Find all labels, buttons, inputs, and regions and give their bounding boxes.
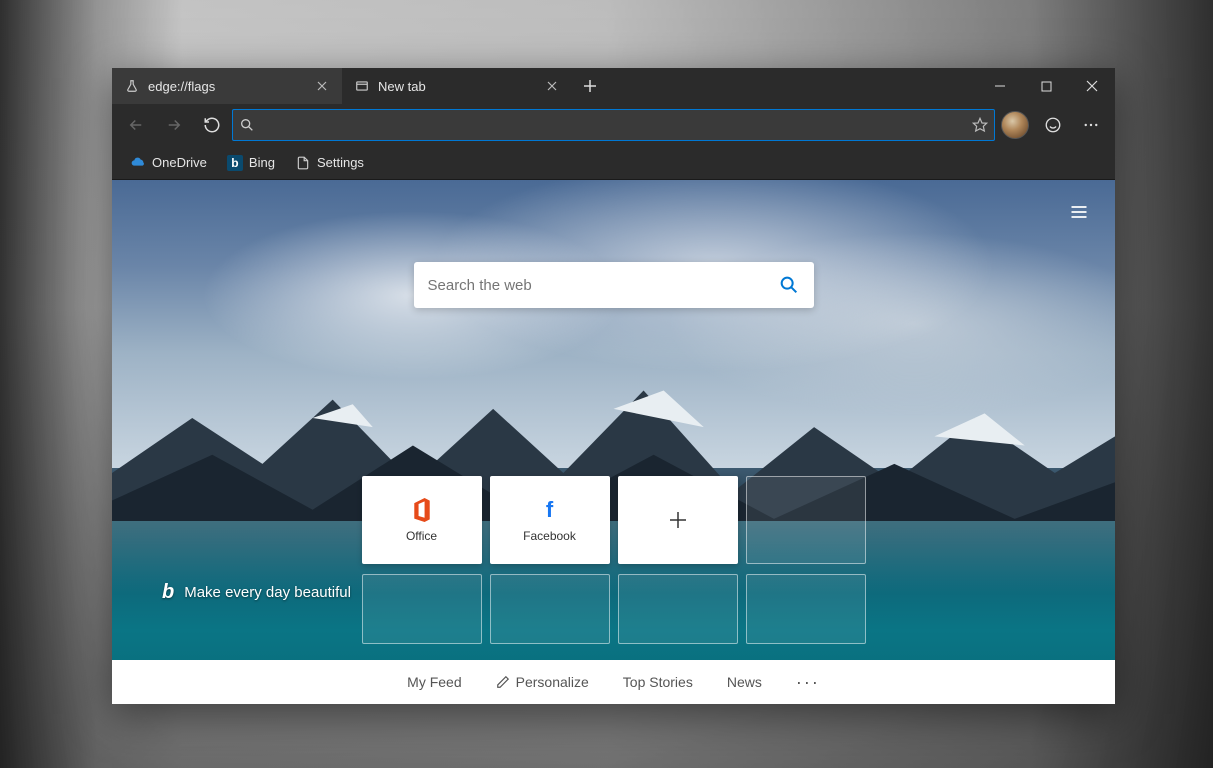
feedback-smiley-button[interactable]	[1035, 107, 1071, 143]
tab-edge-flags[interactable]: edge://flags	[112, 68, 342, 104]
tile-placeholder[interactable]	[746, 574, 866, 644]
browser-window: edge://flags New tab	[112, 68, 1115, 704]
address-bar[interactable]	[232, 109, 995, 141]
titlebar: edge://flags New tab	[112, 68, 1115, 104]
favorite-bing[interactable]: b Bing	[219, 151, 283, 175]
tile-placeholder[interactable]	[362, 574, 482, 644]
tab-title: edge://flags	[148, 79, 304, 94]
facebook-icon: f	[546, 497, 553, 523]
tab-new-tab[interactable]: New tab	[342, 68, 572, 104]
pencil-icon	[496, 675, 510, 689]
bing-caption[interactable]: b Make every day beautiful	[162, 581, 351, 604]
tile-label: Office	[406, 529, 437, 543]
favorite-settings[interactable]: Settings	[287, 151, 372, 175]
maximize-button[interactable]	[1023, 68, 1069, 104]
onedrive-icon	[130, 155, 146, 171]
office-icon	[411, 497, 433, 523]
tile-placeholder[interactable]	[618, 574, 738, 644]
profile-avatar[interactable]	[1001, 111, 1029, 139]
tile-add[interactable]	[618, 476, 738, 564]
feed-my-feed[interactable]: My Feed	[407, 674, 461, 690]
favorites-bar: OneDrive b Bing Settings	[112, 146, 1115, 180]
tile-facebook[interactable]: f Facebook	[490, 476, 610, 564]
new-tab-page: Office f Facebook b Make every day beaut…	[112, 180, 1115, 704]
favorite-star-icon[interactable]	[972, 117, 988, 133]
tab-title: New tab	[378, 79, 534, 94]
newtab-icon	[354, 78, 370, 94]
favorite-onedrive[interactable]: OneDrive	[122, 151, 215, 175]
back-button[interactable]	[118, 107, 154, 143]
ntp-search-box[interactable]	[414, 262, 814, 308]
more-menu-button[interactable]	[1073, 107, 1109, 143]
toolbar	[112, 104, 1115, 146]
feed-bar: My Feed Personalize Top Stories News ···	[112, 660, 1115, 704]
tile-office[interactable]: Office	[362, 476, 482, 564]
bing-logo-icon: b	[162, 581, 174, 604]
window-controls	[977, 68, 1115, 104]
search-icon	[239, 117, 255, 133]
feed-more-button[interactable]: ···	[796, 672, 820, 693]
favorite-label: Bing	[249, 155, 275, 170]
tab-close-button[interactable]	[312, 76, 332, 96]
tile-placeholder[interactable]	[490, 574, 610, 644]
favorite-label: Settings	[317, 155, 364, 170]
close-window-button[interactable]	[1069, 68, 1115, 104]
forward-button[interactable]	[156, 107, 192, 143]
tile-label: Facebook	[523, 529, 576, 543]
search-icon[interactable]	[778, 274, 800, 296]
plus-icon	[668, 507, 688, 533]
ntp-hamburger-menu[interactable]	[1063, 196, 1095, 228]
caption-text: Make every day beautiful	[184, 584, 351, 601]
tab-close-button[interactable]	[542, 76, 562, 96]
feed-personalize[interactable]: Personalize	[496, 674, 589, 690]
tab-strip: edge://flags New tab	[112, 68, 977, 104]
top-sites-tiles: Office f Facebook	[362, 476, 866, 564]
bing-icon: b	[227, 155, 243, 171]
minimize-button[interactable]	[977, 68, 1023, 104]
page-icon	[295, 155, 311, 171]
new-tab-button[interactable]	[572, 68, 608, 104]
feed-news[interactable]: News	[727, 674, 762, 690]
address-input[interactable]	[263, 110, 964, 140]
flask-icon	[124, 78, 140, 94]
tile-placeholder[interactable]	[746, 476, 866, 564]
top-sites-tiles-row2	[362, 574, 866, 644]
favorite-label: OneDrive	[152, 155, 207, 170]
feed-top-stories[interactable]: Top Stories	[623, 674, 693, 690]
ntp-search-input[interactable]	[428, 277, 778, 294]
refresh-button[interactable]	[194, 107, 230, 143]
